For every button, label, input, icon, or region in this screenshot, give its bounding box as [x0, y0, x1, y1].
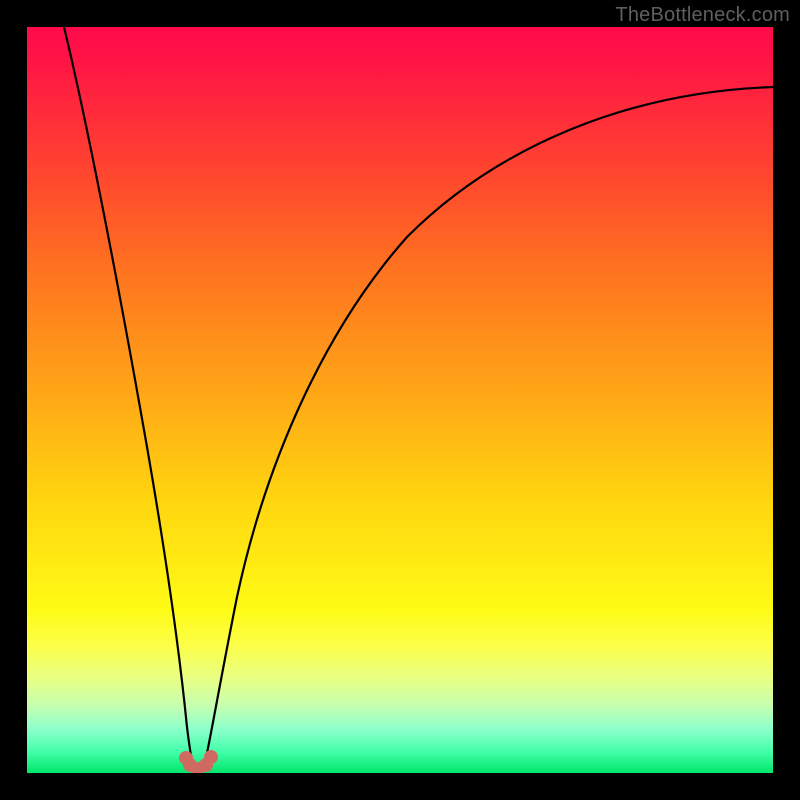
bottleneck-curve: [64, 27, 773, 771]
curve-layer: [27, 27, 773, 773]
watermark-text: TheBottleneck.com: [615, 4, 790, 27]
minimum-marker-group: [180, 751, 218, 774]
marker-dot: [205, 751, 218, 764]
plot-area: [27, 27, 773, 773]
chart-frame: TheBottleneck.com: [0, 0, 800, 800]
